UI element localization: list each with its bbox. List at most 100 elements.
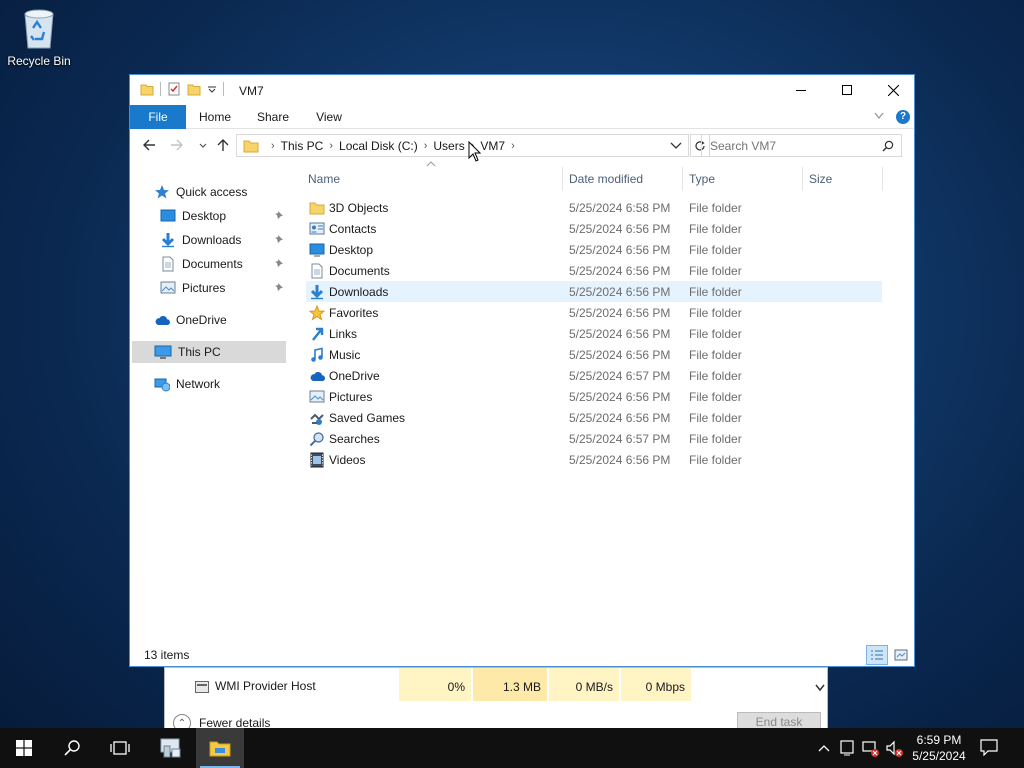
pin-icon[interactable]: [274, 210, 284, 220]
file-row[interactable]: Searches 5/25/2024 6:57 PM File folder: [306, 428, 882, 449]
onedrive-icon: [310, 371, 325, 381]
column-type[interactable]: Type: [682, 167, 802, 191]
pin-icon[interactable]: [274, 234, 284, 244]
close-button[interactable]: [870, 75, 916, 105]
file-row[interactable]: Music 5/25/2024 6:56 PM File folder: [306, 344, 882, 365]
notifications-icon[interactable]: [980, 738, 998, 756]
task-manager-window[interactable]: WMI Provider Host 0% 1.3 MB 0 MB/s 0 Mbp…: [164, 667, 828, 732]
file-date-modified: 5/25/2024 6:56 PM: [569, 348, 671, 362]
taskbar-search-button[interactable]: [48, 728, 96, 768]
file-name: Pictures: [329, 390, 373, 404]
file-row[interactable]: Desktop 5/25/2024 6:56 PM File folder: [306, 239, 882, 260]
column-size[interactable]: Size: [802, 167, 882, 191]
task-view-button[interactable]: [96, 728, 144, 768]
file-row[interactable]: Downloads 5/25/2024 6:56 PM File folder: [306, 281, 882, 302]
chevron-down-icon[interactable]: [670, 141, 682, 151]
taskbar-file-explorer[interactable]: [196, 728, 244, 768]
recycle-bin-label: Recycle Bin: [7, 54, 71, 68]
minimize-icon: [796, 90, 806, 91]
chevron-right-icon[interactable]: ›: [511, 140, 515, 152]
tab-view[interactable]: View: [306, 105, 352, 129]
file-date-modified: 5/25/2024 6:56 PM: [569, 411, 671, 425]
pictures-icon: [160, 281, 176, 294]
recycle-bin-icon: [24, 9, 54, 49]
action-center-device-icon[interactable]: [840, 740, 854, 756]
file-row[interactable]: Links 5/25/2024 6:56 PM File folder: [306, 323, 882, 344]
search-box[interactable]: [701, 134, 902, 157]
volume-muted-icon[interactable]: [886, 740, 904, 758]
network-disconnected-icon[interactable]: [862, 740, 880, 758]
new-folder-icon[interactable]: [187, 82, 201, 96]
back-icon[interactable]: [142, 138, 156, 152]
details-view-button[interactable]: [866, 645, 888, 665]
breadcrumb-local-disk[interactable]: Local Disk (C:): [339, 139, 418, 153]
minimize-button[interactable]: [778, 75, 824, 105]
file-explorer-icon: [209, 741, 231, 757]
details-view-icon: [871, 650, 883, 660]
breadcrumb-vm7[interactable]: VM7: [480, 139, 505, 153]
file-type: File folder: [689, 348, 742, 362]
pin-icon[interactable]: [274, 282, 284, 292]
file-name: Music: [329, 348, 361, 362]
file-type: File folder: [689, 243, 742, 257]
nav-pinned-label: Downloads: [182, 233, 242, 247]
scroll-down-icon[interactable]: [815, 684, 825, 692]
address-bar[interactable]: › This PC › Local Disk (C:) › Users › VM…: [236, 134, 689, 157]
file-name: Links: [329, 327, 358, 341]
file-row[interactable]: Documents 5/25/2024 6:56 PM File folder: [306, 260, 882, 281]
file-explorer-window[interactable]: VM7 File Home Share View ? › This PC › L…: [129, 74, 915, 667]
status-item-count: 13 items: [144, 648, 190, 662]
file-row[interactable]: Favorites 5/25/2024 6:56 PM File folder: [306, 302, 882, 323]
help-icon[interactable]: ?: [896, 110, 910, 124]
up-icon[interactable]: [216, 138, 230, 152]
chevron-right-icon[interactable]: ›: [271, 140, 275, 152]
title-bar[interactable]: VM7: [130, 75, 914, 105]
nav-pinned-downloads[interactable]: Downloads: [160, 229, 286, 251]
documents-icon: [162, 256, 174, 272]
nav-quick-access[interactable]: Quick access: [154, 181, 310, 203]
process-row[interactable]: WMI Provider Host 0% 1.3 MB 0 MB/s 0 Mbp…: [165, 668, 827, 701]
tab-home[interactable]: Home: [190, 105, 240, 129]
breadcrumb-users[interactable]: Users: [433, 139, 464, 153]
recent-locations-icon[interactable]: [198, 138, 208, 152]
file-row[interactable]: 3D Objects 5/25/2024 6:58 PM File folder: [306, 197, 882, 218]
large-icons-view-button[interactable]: [890, 645, 912, 665]
forward-icon[interactable]: [170, 138, 184, 152]
file-row[interactable]: OneDrive 5/25/2024 6:57 PM File folder: [306, 365, 882, 386]
file-row[interactable]: Videos 5/25/2024 6:56 PM File folder: [306, 449, 882, 470]
file-name: Saved Games: [329, 411, 406, 425]
column-date-modified[interactable]: Date modified: [562, 167, 682, 191]
nav-pinned-pictures[interactable]: Pictures: [160, 277, 286, 299]
taskbar-clock[interactable]: 6:59 PM 5/25/2024: [906, 732, 972, 764]
expand-ribbon-icon[interactable]: [874, 112, 884, 120]
taskbar-server-manager[interactable]: [146, 728, 196, 768]
maximize-button[interactable]: [824, 75, 870, 105]
nav-network[interactable]: Network: [154, 373, 310, 395]
file-date-modified: 5/25/2024 6:56 PM: [569, 285, 671, 299]
chevron-right-icon[interactable]: ›: [424, 140, 428, 152]
start-button[interactable]: [0, 728, 48, 768]
customize-toolbar-icon[interactable]: [207, 84, 217, 94]
chevron-right-icon[interactable]: ›: [329, 140, 333, 152]
recycle-bin[interactable]: Recycle Bin: [4, 6, 74, 68]
nav-this-pc[interactable]: This PC: [132, 341, 286, 363]
chevron-up-icon[interactable]: [818, 744, 830, 752]
file-row[interactable]: Pictures 5/25/2024 6:56 PM File folder: [306, 386, 882, 407]
file-row[interactable]: Contacts 5/25/2024 6:56 PM File folder: [306, 218, 882, 239]
nav-onedrive[interactable]: OneDrive: [154, 309, 310, 331]
file-list: Name Date modified Type Size 3D Objects 5…: [306, 161, 906, 468]
nav-pinned-documents[interactable]: Documents: [160, 253, 286, 275]
tab-file[interactable]: File: [130, 105, 186, 129]
column-name[interactable]: Name: [306, 167, 562, 191]
tab-share[interactable]: Share: [247, 105, 299, 129]
breadcrumb-this-pc[interactable]: This PC: [281, 139, 324, 153]
network-icon: [154, 378, 170, 392]
properties-icon[interactable]: [167, 82, 181, 96]
search-input[interactable]: [702, 135, 872, 156]
file-name: Favorites: [329, 306, 379, 320]
close-icon: [887, 84, 899, 96]
pin-icon[interactable]: [274, 258, 284, 268]
nav-pinned-desktop[interactable]: Desktop: [160, 205, 286, 227]
nav-pinned-label: Documents: [182, 257, 243, 271]
file-row[interactable]: Saved Games 5/25/2024 6:56 PM File folder: [306, 407, 882, 428]
